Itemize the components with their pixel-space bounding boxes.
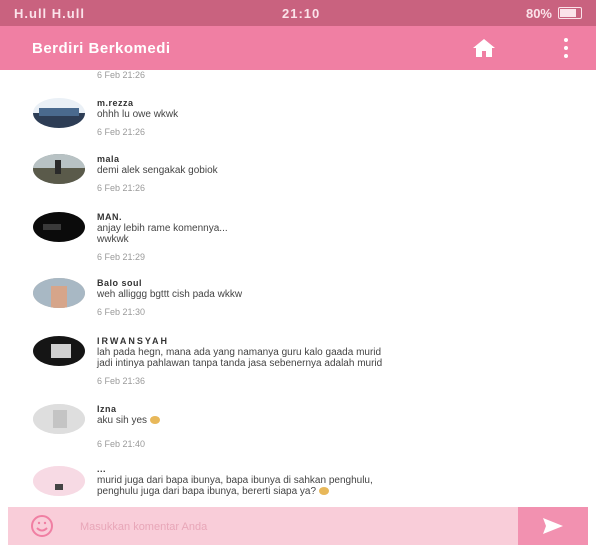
- status-time: 21:10: [282, 5, 321, 21]
- battery-percent: 80%: [525, 5, 552, 21]
- comment-text: anjay lebih rame komennya...: [97, 223, 228, 234]
- avatar[interactable]: [33, 212, 85, 242]
- comment-time: 6 Feb 21:29: [97, 252, 146, 262]
- comment-time: 6 Feb 21:36: [97, 376, 146, 386]
- comment-text: murid juga dari bapa ibunya, bapa ibunya…: [97, 475, 373, 486]
- comment-time: 6 Feb 21:26: [97, 183, 146, 193]
- comment-time: 6 Feb 21:26: [97, 70, 146, 80]
- avatar[interactable]: [33, 466, 85, 496]
- comment-text-line2: wwkwk: [97, 234, 129, 245]
- send-icon: [543, 518, 563, 534]
- comment-text-line2: jadi intinya pahlawan tanpa tanda jasa s…: [97, 358, 383, 369]
- comment-text-content: aku sih yes: [97, 415, 148, 426]
- comment-time: 6 Feb 21:40: [97, 439, 146, 449]
- page-title: Berdiri Berkomedi: [32, 39, 171, 57]
- avatar[interactable]: [33, 336, 85, 366]
- comment-author[interactable]: m.rezza: [97, 98, 134, 108]
- comment-time: 6 Feb 21:26: [97, 127, 146, 137]
- comment-text: demi alek sengakak gobiok: [97, 165, 218, 176]
- avatar[interactable]: [33, 278, 85, 308]
- smiley-icon[interactable]: [30, 514, 54, 538]
- comment-author[interactable]: Izna: [97, 404, 117, 414]
- comment-feed[interactable]: 6 Feb 21:26 m.rezza ohhh lu owe wkwk 6 F…: [0, 70, 596, 507]
- app-bar: Berdiri Berkomedi: [0, 26, 596, 70]
- hand-emoji-icon: [150, 416, 161, 425]
- comment-time: 6 Feb 21:30: [97, 307, 146, 317]
- status-bar: H.ull H.ull 21:10 80%: [0, 0, 596, 26]
- home-icon[interactable]: [472, 38, 496, 58]
- comment-text-line2: penghulu juga dari bapa ibunya, bererti …: [97, 486, 577, 497]
- send-button[interactable]: [518, 507, 588, 545]
- battery-fill: [560, 9, 576, 17]
- avatar[interactable]: [33, 98, 85, 128]
- comment-text: weh alliggg bgttt cish pada wkkw: [97, 289, 243, 300]
- comment-input[interactable]: [78, 513, 512, 541]
- avatar[interactable]: [33, 404, 85, 434]
- comment-author[interactable]: Balo soul: [97, 278, 142, 288]
- comment-text-content: penghulu juga dari bapa ibunya, bererti …: [97, 486, 317, 497]
- avatar[interactable]: [33, 154, 85, 184]
- comment-text: ohhh lu owe wkwk: [97, 109, 179, 120]
- signal-indicator: H.ull H.ull: [14, 5, 85, 21]
- comment-author[interactable]: MAN.: [97, 212, 122, 222]
- battery-icon: [558, 7, 582, 19]
- comment-author[interactable]: ...: [97, 464, 106, 474]
- comment-author[interactable]: mala: [97, 154, 120, 164]
- comment-input-bar: [8, 507, 588, 545]
- comment-text: lah pada hegn, mana ada yang namanya gur…: [97, 347, 382, 358]
- comment-author[interactable]: IRWANSYAH: [97, 336, 169, 346]
- smile-emoji-icon: [319, 487, 330, 496]
- more-vert-icon[interactable]: [564, 38, 570, 58]
- status-right: 80%: [526, 6, 582, 21]
- comment-text: aku sih yes: [97, 415, 577, 426]
